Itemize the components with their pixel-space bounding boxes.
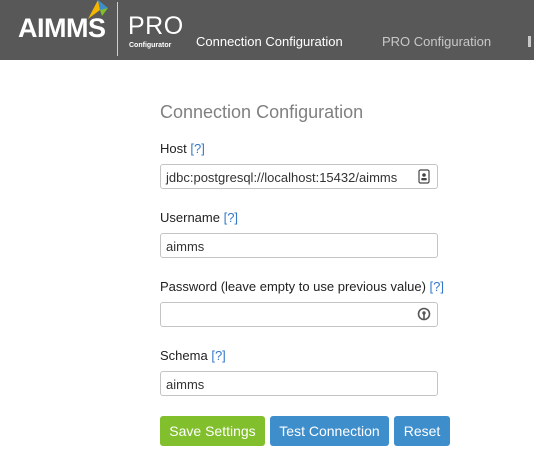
pro-logo-text: PRO: [128, 12, 184, 40]
schema-label-text: Schema: [160, 348, 208, 363]
schema-help-link[interactable]: [?]: [211, 348, 225, 363]
username-input-value: aimms: [166, 239, 205, 254]
contact-card-icon[interactable]: [417, 169, 431, 184]
top-navigation-bar: AIMMS PRO Configurator Connection Config…: [0, 0, 534, 60]
password-label-text: Password (leave empty to use previous va…: [160, 279, 426, 294]
nav-overflow-item[interactable]: [528, 36, 531, 47]
username-label: Username [?]: [160, 210, 238, 225]
password-label: Password (leave empty to use previous va…: [160, 279, 444, 294]
logo-divider: [117, 2, 118, 56]
host-input[interactable]: jdbc:postgresql://localhost:15432/aimms: [160, 164, 438, 189]
save-settings-button[interactable]: Save Settings: [160, 416, 265, 446]
username-label-text: Username: [160, 210, 220, 225]
host-label-text: Host: [160, 141, 187, 156]
host-label: Host [?]: [160, 141, 205, 156]
configurator-subtitle: Configurator: [129, 42, 172, 49]
nav-pro-configuration[interactable]: PRO Configuration: [382, 34, 491, 49]
host-input-value: jdbc:postgresql://localhost:15432/aimms: [166, 170, 398, 185]
reset-button[interactable]: Reset: [394, 416, 450, 446]
username-help-link[interactable]: [?]: [224, 210, 238, 225]
password-input[interactable]: [160, 302, 438, 327]
username-input[interactable]: aimms: [160, 233, 438, 258]
schema-label: Schema [?]: [160, 348, 226, 363]
nav-connection-configuration[interactable]: Connection Configuration: [196, 34, 343, 49]
page-title: Connection Configuration: [160, 102, 364, 122]
host-help-link[interactable]: [?]: [190, 141, 204, 156]
aimms-logo-mark-icon: [88, 0, 108, 19]
key-icon[interactable]: [417, 307, 431, 322]
schema-input-value: aimms: [166, 377, 205, 392]
password-help-link[interactable]: [?]: [430, 279, 444, 294]
test-connection-button[interactable]: Test Connection: [270, 416, 389, 446]
schema-input[interactable]: aimms: [160, 371, 438, 396]
